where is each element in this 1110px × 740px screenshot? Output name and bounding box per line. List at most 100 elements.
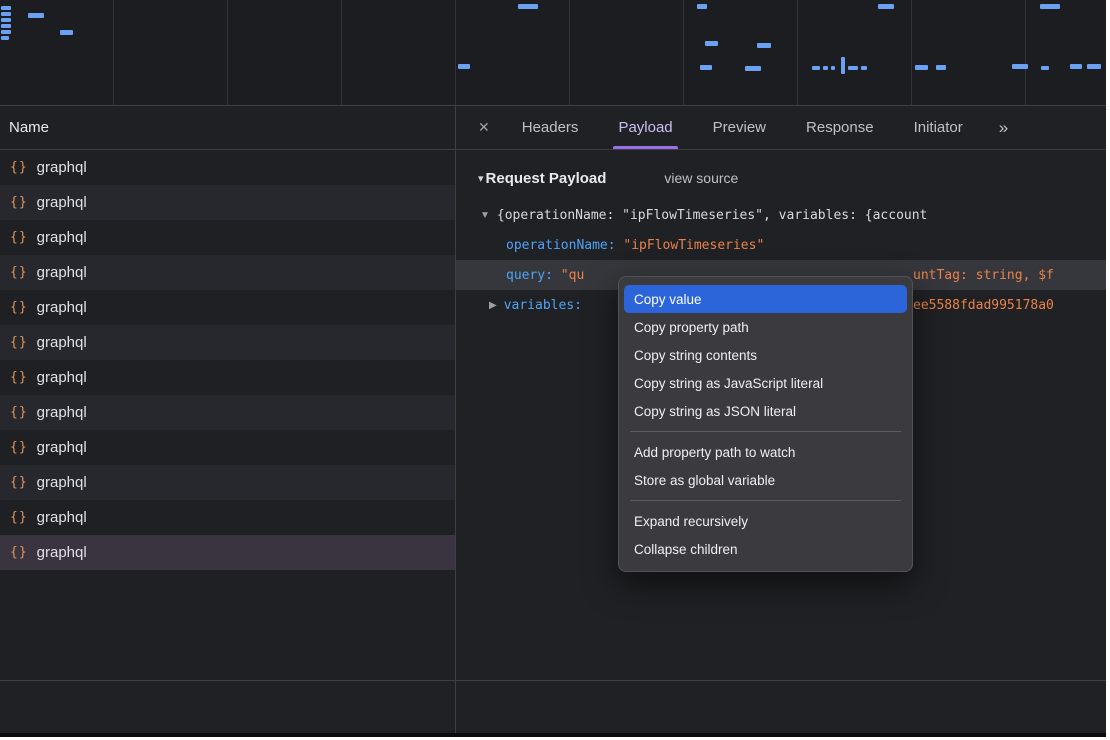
menu-separator	[630, 500, 901, 501]
menu-separator	[630, 431, 901, 432]
context-menu-item[interactable]: Copy string contents	[624, 341, 907, 369]
network-request-row[interactable]: {} graphql	[0, 500, 455, 535]
property-value-start: "qu	[561, 268, 584, 283]
timeline-activity-bar	[831, 66, 835, 70]
timeline-activity-bar	[518, 4, 538, 9]
detail-tab[interactable]: Initiator	[909, 106, 968, 149]
network-request-row[interactable]: {} graphql	[0, 185, 455, 220]
close-icon[interactable]: ✕	[456, 119, 502, 136]
timeline-activity-bar	[812, 66, 820, 70]
timeline-activity-bar	[1, 36, 9, 40]
object-preview-text: {operationName: "ipFlowTimeseries", vari…	[497, 208, 927, 223]
network-requests-pane: Name {} graphql {} graphql {} graphql {}…	[0, 106, 456, 680]
payload-root-row[interactable]: ▼ {operationName: "ipFlowTimeseries", va…	[456, 200, 1106, 230]
detail-tab-bar: ✕ Headers Payload Preview Response Initiator…	[456, 106, 1106, 150]
request-name: graphql	[37, 159, 87, 176]
request-payload-section-header[interactable]: ▾ Request Payload view source	[456, 165, 1106, 191]
network-request-row[interactable]: {} graphql	[0, 220, 455, 255]
context-menu-item[interactable]: Copy string as JavaScript literal	[624, 369, 907, 397]
timeline-activity-bar	[823, 66, 828, 70]
timeline-activity-bar	[697, 4, 707, 9]
network-request-list: {} graphql {} graphql {} graphql {} grap…	[0, 150, 455, 680]
devtools-window: Name {} graphql {} graphql {} graphql {}…	[0, 0, 1106, 733]
collapsed-triangle-icon[interactable]: ▶	[489, 300, 497, 311]
timeline-gridline	[569, 0, 570, 105]
network-panel-split: Name {} graphql {} graphql {} graphql {}…	[0, 106, 1106, 681]
timeline-activity-bar	[1, 24, 11, 28]
network-request-row[interactable]: {} graphql	[0, 535, 455, 570]
timeline-gridline	[113, 0, 114, 105]
operation-name-row[interactable]: operationName: "ipFlowTimeseries"	[456, 230, 1106, 260]
timeline-gridline	[341, 0, 342, 105]
timeline-activity-bar	[861, 66, 867, 70]
property-key: operationName:	[506, 238, 616, 253]
network-overview-timeline[interactable]	[0, 0, 1106, 106]
timeline-gridline	[227, 0, 228, 105]
timeline-activity-bar	[700, 65, 712, 70]
timeline-activity-bar	[1, 30, 11, 34]
network-request-row[interactable]: {} graphql	[0, 325, 455, 360]
detail-tab[interactable]: Headers	[517, 106, 584, 149]
network-request-row[interactable]: {} graphql	[0, 255, 455, 290]
json-file-icon: {}	[10, 510, 28, 525]
network-request-row[interactable]: {} graphql	[0, 465, 455, 500]
request-name: graphql	[37, 439, 87, 456]
json-file-icon: {}	[10, 195, 28, 210]
view-source-link[interactable]: view source	[664, 170, 738, 186]
summary-right	[456, 681, 1106, 733]
context-menu-item[interactable]: Expand recursively	[624, 507, 907, 535]
network-request-row[interactable]: {} graphql	[0, 360, 455, 395]
request-name: graphql	[37, 299, 87, 316]
timeline-activity-bar	[60, 30, 73, 35]
context-menu-item[interactable]: Add property path to watch	[624, 438, 907, 466]
network-request-row[interactable]: {} graphql	[0, 290, 455, 325]
request-name: graphql	[37, 369, 87, 386]
timeline-activity-bar	[1040, 4, 1060, 9]
expanded-triangle-icon[interactable]: ▼	[480, 210, 490, 221]
timeline-activity-bar	[1087, 64, 1101, 69]
timeline-activity-bar	[1, 12, 11, 16]
name-column-header[interactable]: Name	[0, 106, 455, 150]
request-name: graphql	[37, 474, 87, 491]
timeline-activity-bar	[848, 66, 858, 70]
property-key: query:	[506, 268, 553, 283]
timeline-gridline	[455, 0, 456, 105]
request-name: graphql	[37, 229, 87, 246]
timeline-activity-bar	[757, 43, 771, 48]
network-request-row[interactable]: {} graphql	[0, 395, 455, 430]
request-name: graphql	[37, 334, 87, 351]
timeline-activity-bar	[936, 65, 946, 70]
detail-tab[interactable]: Response	[801, 106, 879, 149]
json-file-icon: {}	[10, 335, 28, 350]
section-expander-icon[interactable]: ▾	[478, 172, 484, 185]
timeline-activity-bar	[1070, 64, 1082, 69]
network-request-row[interactable]: {} graphql	[0, 430, 455, 465]
timeline-activity-bar	[1041, 66, 1049, 70]
context-menu-item[interactable]: Collapse children	[624, 535, 907, 563]
timeline-gridline	[797, 0, 798, 105]
section-title: Request Payload	[486, 170, 607, 187]
property-value-continued: ee5588fdad995178a0	[913, 290, 1054, 320]
timeline-activity-bar	[1012, 64, 1028, 69]
context-menu-item[interactable]: Copy string as JSON literal	[624, 397, 907, 425]
request-name: graphql	[37, 509, 87, 526]
timeline-activity-bar	[841, 57, 845, 74]
timeline-activity-bar	[705, 41, 718, 46]
bottom-summary-area	[0, 681, 1106, 733]
detail-tab[interactable]: Preview	[708, 106, 771, 149]
timeline-activity-bar	[1, 18, 11, 22]
context-menu-item[interactable]: Copy value	[624, 285, 907, 313]
context-menu-item[interactable]: Copy property path	[624, 313, 907, 341]
timeline-activity-bar	[878, 4, 894, 9]
context-menu-item[interactable]: Store as global variable	[624, 466, 907, 494]
context-menu: Copy valueCopy property pathCopy string …	[618, 276, 913, 572]
network-request-row[interactable]: {} graphql	[0, 150, 455, 185]
detail-tabs: Headers Payload Preview Response Initiator	[502, 106, 983, 149]
detail-tab[interactable]: Payload	[613, 106, 677, 149]
more-tabs-icon[interactable]: »	[999, 118, 1006, 138]
timeline-activity-bar	[458, 64, 470, 69]
request-name: graphql	[37, 544, 87, 561]
json-file-icon: {}	[10, 475, 28, 490]
json-file-icon: {}	[10, 265, 28, 280]
timeline-activity-bar	[1, 6, 11, 10]
